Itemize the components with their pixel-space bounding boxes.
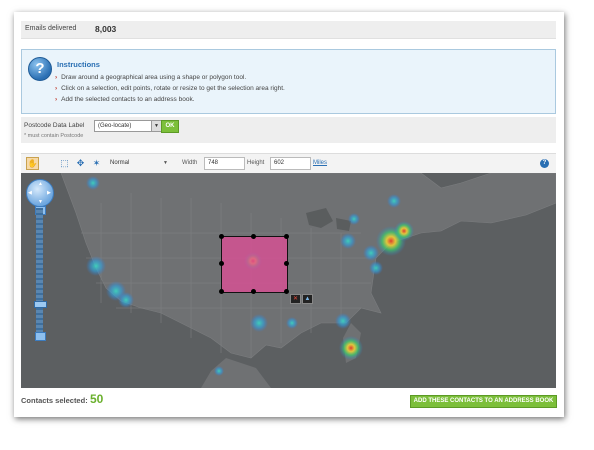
polygon-tool-icon[interactable]: ✶ [90, 157, 103, 170]
heat-spot [86, 256, 106, 276]
heat-spot [214, 366, 224, 376]
pan-right-icon[interactable]: ▶ [47, 190, 51, 196]
selection-rectangle[interactable] [221, 236, 288, 293]
heat-spot [348, 213, 360, 225]
heat-spot [250, 314, 268, 332]
instructions-panel: ? Instructions › Draw around a geographic… [21, 49, 556, 114]
map-canvas[interactable]: ▲ ▼ ◀ ▶ ✕ ▲ [21, 173, 556, 388]
help-icon[interactable]: ? [540, 159, 549, 168]
rectangle-tool-icon[interactable]: ⬚ [58, 157, 71, 170]
postcode-select[interactable]: (Geo-locate) ▼ [94, 120, 162, 132]
chevron-down-icon[interactable]: ▼ [163, 158, 168, 168]
width-label: Width [182, 160, 198, 166]
add-to-address-book-button[interactable]: ADD THESE CONTACTS TO AN ADDRESS BOOK [410, 395, 557, 408]
map-layer [21, 173, 556, 388]
emails-delivered-value: 8,003 [95, 24, 117, 34]
heat-spot [86, 176, 100, 190]
mode-select-value: Normal [110, 160, 130, 166]
emails-delivered-label: Emails delivered [25, 25, 77, 32]
pan-left-icon[interactable]: ◀ [28, 190, 32, 196]
heat-spot [387, 194, 401, 208]
zoom-out-icon[interactable] [35, 332, 46, 341]
pan-up-icon[interactable]: ▲ [38, 181, 43, 187]
chevron-right-icon: › [55, 85, 58, 92]
delete-selection-icon[interactable]: ✕ [290, 294, 301, 304]
pan-down-icon[interactable]: ▼ [38, 199, 43, 205]
move-tool-icon[interactable]: ✥ [74, 157, 87, 170]
heat-spot [335, 313, 351, 329]
emails-delivered-row: Emails delivered 8,003 [21, 21, 556, 39]
postcode-note: * must contain Postcode [24, 133, 84, 139]
contacts-selected-count: 50 [90, 392, 104, 406]
chevron-right-icon: › [55, 96, 58, 103]
postcode-ok-button[interactable]: OK [161, 120, 179, 133]
instruction-item: › Click on a selection, edit points, rota… [55, 85, 285, 92]
hand-pan-icon[interactable]: ✋ [26, 157, 39, 170]
chevron-down-icon[interactable]: ▼ [151, 121, 161, 131]
chevron-right-icon: › [55, 74, 58, 81]
postcode-row: Postcode Data Label * must contain Postc… [21, 117, 556, 143]
postcode-label: Postcode Data Label [24, 122, 85, 129]
help-question-icon: ? [28, 57, 52, 81]
resize-handle[interactable] [219, 234, 224, 239]
height-label: Height [247, 160, 265, 166]
heat-spot [286, 317, 298, 329]
instructions-title: Instructions [57, 60, 100, 69]
postcode-select-value: (Geo-locate) [98, 123, 132, 129]
map-toolbar: ✋ ⬚ ✥ ✶ Normal ▼ Width 748 Height 602 Mi… [21, 153, 556, 175]
resize-handle[interactable] [284, 289, 289, 294]
heat-spot [369, 261, 383, 275]
units-link[interactable]: Miles [313, 160, 327, 166]
mode-select[interactable]: Normal ▼ [108, 158, 168, 168]
pan-control[interactable]: ▲ ▼ ◀ ▶ [26, 179, 54, 207]
contacts-selected-label: Contacts selected: [21, 396, 88, 405]
height-input[interactable]: 602 [270, 157, 311, 170]
heat-spot [339, 336, 363, 360]
resize-handle[interactable] [284, 261, 289, 266]
instructions-list: › Draw around a geographical area using a… [55, 72, 285, 105]
resize-handle[interactable] [219, 289, 224, 294]
zoom-slider-handle[interactable] [34, 301, 47, 308]
resize-handle[interactable] [219, 261, 224, 266]
heat-spot [340, 233, 356, 249]
resize-handle[interactable] [284, 234, 289, 239]
zoom-slider[interactable] [36, 208, 43, 333]
resize-handle[interactable] [251, 289, 256, 294]
heat-spot [363, 245, 379, 261]
edit-selection-icon[interactable]: ▲ [302, 294, 313, 304]
instruction-item: › Draw around a geographical area using a… [55, 74, 247, 81]
instruction-item: › Add the selected contacts to an address… [55, 96, 195, 103]
heat-spot [118, 292, 134, 308]
resize-handle[interactable] [251, 234, 256, 239]
width-input[interactable]: 748 [204, 157, 245, 170]
heat-spot [394, 221, 414, 241]
